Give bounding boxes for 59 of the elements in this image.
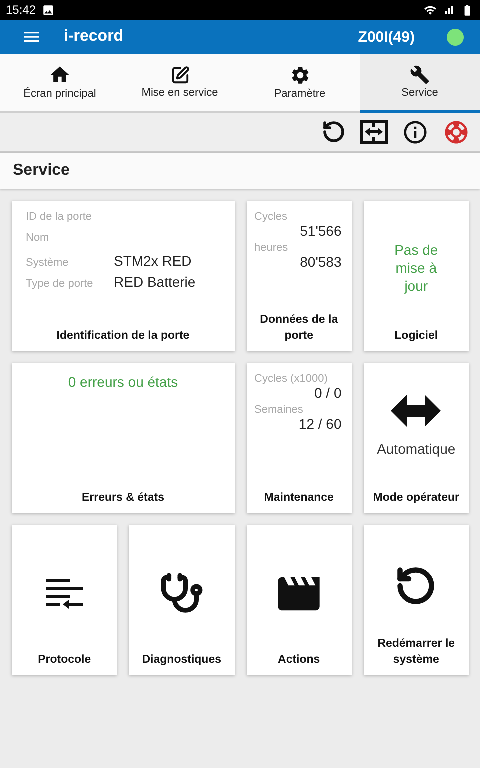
counter-label: Cycles (x1000) [254,373,329,385]
section-title: Service [0,153,480,189]
field-value: RED Batterie [114,274,197,290]
wifi-icon [424,4,437,16]
field-label: Nom [26,232,50,244]
counter-label: Cycles [254,211,289,223]
service-card[interactable]: Cycles 51'566 heures 80'583 Données de la porte [246,201,352,351]
list-icon [46,576,84,610]
field-label: Type de porte [26,278,94,290]
image-icon [42,4,56,16]
service-card[interactable]: Pas de mise à jour Logiciel [364,201,469,351]
double-arrow-icon [391,395,442,427]
card-title: Protocole [37,653,92,668]
stethoscope-icon [160,572,204,616]
field-label: ID de la porte [26,211,94,223]
nav-tab[interactable]: Paramètre [240,54,360,113]
counter-value: 12 / 60 [298,416,343,432]
field-value: STM2x RED [114,253,193,269]
lifebuoy-icon[interactable] [443,118,470,146]
device-name: Z00I(49) [358,28,415,46]
edit-icon [170,66,190,84]
card-title: Diagnostiques [141,653,222,668]
counter-label: Semaines [254,404,304,416]
status-message: Pas de mise à jour [394,241,440,295]
card-title: Identification de la porte [56,329,191,344]
status-message: 0 erreurs ou états [67,373,180,391]
field-label: Système [26,257,70,269]
service-card[interactable]: Automatique Mode opérateur [364,363,469,513]
mode-value: Automatique [377,441,456,457]
restart-icon [395,564,438,606]
refresh-icon[interactable] [322,120,346,144]
card-title: Données de la porte [259,313,340,344]
nav-tab[interactable]: Écran principal [0,54,120,113]
card-title: Logiciel [394,329,440,344]
nav-tab[interactable]: Service [360,54,480,113]
service-card[interactable]: Actions [246,525,352,675]
app-title: i-record [64,28,124,46]
service-card[interactable]: ID de la porte Nom Système STM2x RED Type de porte RED Batterie Identification de la porte [12,201,234,351]
counter-label: heures [254,242,290,254]
counter-value: 51'566 [299,223,343,239]
service-card[interactable]: 0 erreurs ou états Erreurs & états [12,363,234,513]
card-title: Mode opérateur [372,491,460,506]
settings-icon [290,64,310,86]
signal-icon [443,4,455,16]
counter-value: 80'583 [299,254,343,270]
info-icon[interactable] [402,118,429,146]
card-title: Actions [277,653,322,668]
card-title: Redémarrer le système [376,637,456,668]
card-title: Erreurs & états [81,491,166,506]
status-time: 15:42 [6,3,36,17]
counter-value: 0 / 0 [314,385,343,401]
card-title: Maintenance [263,491,335,506]
swap-icon[interactable] [360,120,388,144]
service-card[interactable]: Diagnostiques [129,525,234,675]
wrench-icon [410,65,430,85]
service-card[interactable]: Cycles (x1000) 0 / 0 Semaines 12 / 60 Maintenance [246,363,352,513]
service-card[interactable]: Redémarrer le système [364,525,469,675]
service-card[interactable]: Protocole [12,525,118,675]
nav-tab[interactable]: Mise en service [120,54,240,113]
